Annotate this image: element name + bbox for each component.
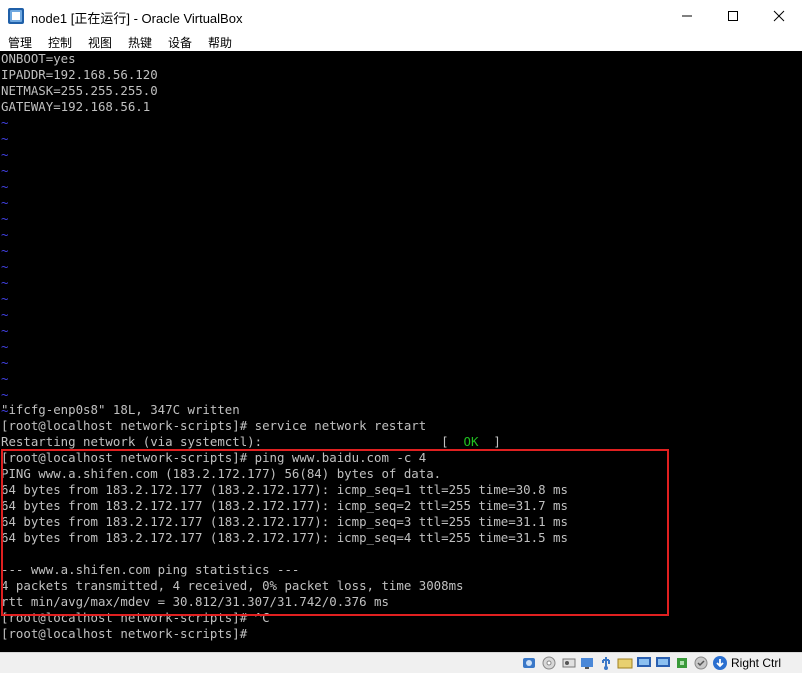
vim-tilde: ~ [1,259,9,274]
menu-devices[interactable]: 设备 [168,34,192,51]
ok-status: OK [463,434,479,449]
file-line: IPADDR=192.168.56.120 [1,67,158,82]
menu-help[interactable]: 帮助 [208,34,232,51]
menu-view[interactable]: 视图 [88,34,112,51]
menu-manage[interactable]: 管理 [8,34,32,51]
vim-tilde: ~ [1,323,9,338]
vim-tilde: ~ [1,275,9,290]
vim-tilde: ~ [1,115,9,130]
vim-tilde: ~ [1,339,9,354]
stats-header: --- www.a.shifen.com ping statistics --- [1,562,300,577]
restarting-text: Restarting network (via systemctl): [ [1,434,464,449]
ping-header: PING www.a.shifen.com (183.2.172.177) 56… [1,466,442,481]
vim-tilde: ~ [1,291,9,306]
display-icon[interactable] [636,655,652,671]
maximize-button[interactable] [710,0,756,31]
menu-control[interactable]: 控制 [48,34,72,51]
vim-tilde: ~ [1,131,9,146]
title-bar[interactable]: node1 [正在运行] - Oracle VirtualBox [0,0,802,31]
usb-icon[interactable] [598,655,614,671]
minimize-icon [682,15,692,16]
optical-drive-icon[interactable] [541,655,557,671]
vim-tilde: ~ [1,211,9,226]
vim-tilde: ~ [1,195,9,210]
vim-tilde: ~ [1,307,9,322]
audio-icon[interactable] [561,655,577,671]
hard-disk-icon[interactable] [521,655,537,671]
file-line: NETMASK=255.255.255.0 [1,83,158,98]
file-line: GATEWAY=192.168.56.1 [1,99,151,114]
menu-hotkeys[interactable]: 热键 [128,34,152,51]
restart-command: [root@localhost network-scripts]# servic… [1,418,427,433]
close-icon [773,10,785,21]
shell-prompt[interactable]: [root@localhost network-scripts]# [1,626,255,642]
cpu-icon[interactable] [674,655,690,671]
ping-command: [root@localhost network-scripts]# ping w… [1,450,427,465]
vim-tilde: ~ [1,163,9,178]
stats-rtt: rtt min/avg/max/mdev = 30.812/31.307/31.… [1,594,389,609]
ping-reply: 64 bytes from 183.2.172.177 (183.2.172.1… [1,482,568,497]
ping-reply: 64 bytes from 183.2.172.177 (183.2.172.1… [1,530,568,545]
shared-folders-icon[interactable] [617,655,633,671]
vim-tilde: ~ [1,371,9,386]
host-key-label: Right Ctrl [731,656,782,670]
vim-tilde: ~ [1,243,9,258]
menu-bar: 管理 控制 视图 热键 设备 帮助 [0,31,802,51]
ping-reply: 64 bytes from 183.2.172.177 (183.2.172.1… [1,498,568,513]
written-message: "ifcfg-enp0s8" 18L, 347C written [1,402,240,417]
maximize-icon [728,10,738,21]
status-bar: Right Ctrl [0,652,802,673]
ping-reply: 64 bytes from 183.2.172.177 (183.2.172.1… [1,514,568,529]
vm-screen[interactable]: ONBOOT=yes IPADDR=192.168.56.120 NETMASK… [0,51,802,652]
stats-packets: 4 packets transmitted, 4 received, 0% pa… [1,578,464,593]
interrupt-line: [root@localhost network-scripts]# ^C [1,610,270,625]
host-key-arrow-icon[interactable] [712,655,728,671]
window-title: node1 [正在运行] - Oracle VirtualBox [31,11,243,26]
close-button[interactable] [756,0,802,31]
vim-tilde: ~ [1,227,9,242]
recording-icon[interactable] [655,655,671,671]
network-icon[interactable] [579,655,595,671]
vim-tilde: ~ [1,355,9,370]
restarting-line: Restarting network (via systemctl): [ OK… [1,434,501,450]
vim-tilde: ~ [1,179,9,194]
guest-additions-icon[interactable] [693,655,709,671]
file-line: ONBOOT=yes [1,51,76,66]
vim-tilde: ~ [1,387,9,402]
ok-bracket: ] [478,434,501,449]
virtualbox-icon [8,8,24,24]
vim-tilde: ~ [1,147,9,162]
minimize-button[interactable] [664,0,710,31]
